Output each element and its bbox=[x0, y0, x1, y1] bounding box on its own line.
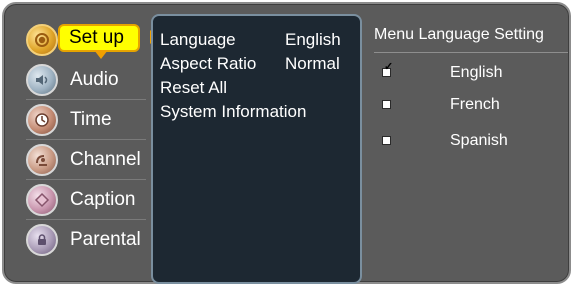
setting-aspect-ratio[interactable]: Aspect Ratio Normal bbox=[160, 54, 340, 74]
language-option-english[interactable]: ✓ English bbox=[382, 62, 562, 86]
setting-label: Language bbox=[160, 30, 236, 49]
check-icon: ✓ bbox=[384, 61, 394, 73]
main-menu: Set up Audio Time Channel Caption Parent… bbox=[22, 20, 158, 260]
setting-label: Reset All bbox=[160, 78, 228, 97]
panel-title: Menu Language Setting bbox=[374, 26, 544, 43]
menu-item-channel[interactable]: Channel bbox=[22, 140, 146, 180]
menu-label: Caption bbox=[70, 189, 136, 210]
gear-glyph bbox=[35, 33, 49, 47]
language-option-spanish[interactable]: Spanish bbox=[382, 132, 562, 154]
menu-item-time[interactable]: Time bbox=[22, 100, 146, 140]
menu-language-panel: Menu Language Setting ✓ English French S… bbox=[374, 26, 572, 149]
setting-language[interactable]: Language English bbox=[160, 30, 341, 50]
menu-item-caption[interactable]: Caption bbox=[22, 180, 146, 220]
menu-label: Set up bbox=[58, 24, 140, 52]
setting-label: Aspect Ratio bbox=[160, 54, 257, 73]
title-divider bbox=[374, 52, 568, 53]
menu-label: Audio bbox=[70, 69, 119, 90]
gear-icon bbox=[26, 24, 58, 56]
menu-item-setup[interactable]: Set up bbox=[22, 20, 158, 60]
clock-icon bbox=[26, 104, 58, 136]
setting-value: English bbox=[285, 30, 341, 49]
setting-reset-all[interactable]: Reset All bbox=[160, 78, 227, 98]
setting-value: Normal bbox=[285, 54, 340, 73]
dish-glyph bbox=[36, 155, 47, 166]
menu-item-audio[interactable]: Audio bbox=[22, 60, 146, 100]
option-label: Spanish bbox=[450, 132, 508, 149]
checkbox[interactable]: ✓ bbox=[382, 62, 393, 77]
option-label: French bbox=[450, 96, 500, 113]
satellite-dish-icon bbox=[26, 144, 58, 176]
selected-notch bbox=[94, 50, 108, 59]
setting-label: System Information bbox=[160, 102, 307, 121]
audio-icon bbox=[26, 64, 58, 96]
menu-item-parental[interactable]: Parental bbox=[22, 220, 146, 260]
caption-icon bbox=[26, 184, 58, 216]
caption-glyph bbox=[34, 192, 50, 208]
setting-system-information[interactable]: System Information bbox=[160, 102, 306, 122]
clock-glyph bbox=[35, 113, 49, 127]
setup-settings-panel: Language English Aspect Ratio Normal Res… bbox=[151, 14, 362, 284]
menu-label: Channel bbox=[70, 149, 141, 170]
osd-frame: Set up Audio Time Channel Caption Parent… bbox=[2, 2, 571, 284]
language-option-french[interactable]: French bbox=[382, 96, 562, 118]
checkbox[interactable] bbox=[382, 136, 391, 145]
lock-icon bbox=[26, 224, 58, 256]
checkbox[interactable] bbox=[382, 100, 391, 109]
menu-label: Parental bbox=[70, 229, 141, 250]
lock-glyph bbox=[38, 234, 46, 245]
speaker-glyph bbox=[36, 75, 48, 85]
option-label: English bbox=[450, 64, 503, 81]
menu-label: Time bbox=[70, 109, 112, 130]
